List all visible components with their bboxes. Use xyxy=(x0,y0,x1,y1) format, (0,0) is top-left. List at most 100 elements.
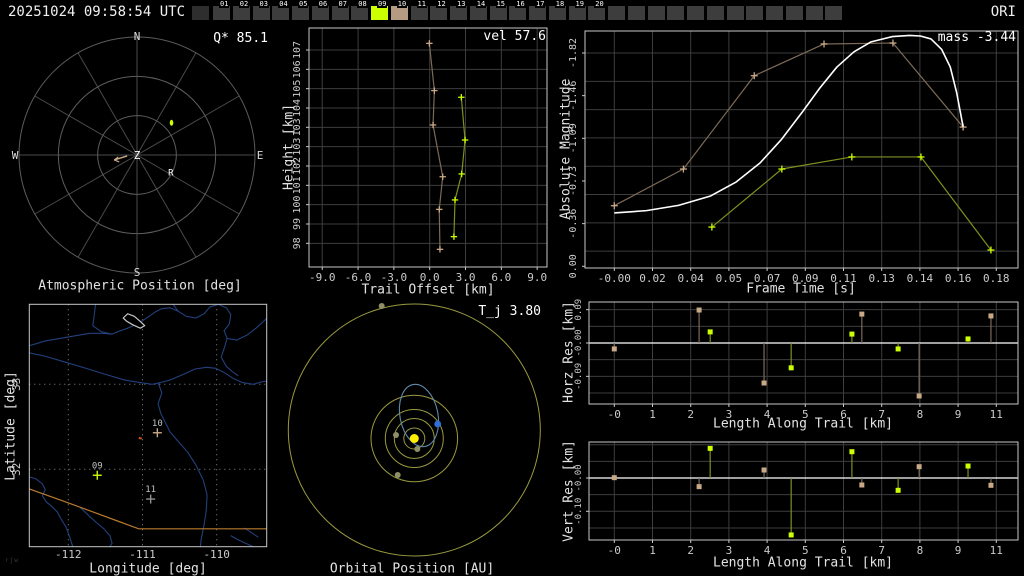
svg-text:R: R xyxy=(168,168,174,178)
frame-thumb-11[interactable] xyxy=(410,6,428,20)
orbital-position-plot xyxy=(287,303,541,557)
frame-thumb-02[interactable] xyxy=(232,6,250,20)
svg-text:11: 11 xyxy=(145,485,156,495)
svg-text:-0: -0 xyxy=(608,408,621,421)
frame-thumb-10[interactable] xyxy=(390,6,408,20)
svg-text:8: 8 xyxy=(917,544,924,557)
magnitude-ylabel: Absolute Magnitude xyxy=(558,78,574,220)
grid xyxy=(309,28,547,267)
q-star-overlay: Q* 85.1 xyxy=(213,31,268,46)
meteor-arrow-tan xyxy=(113,155,128,163)
svg-text:1: 1 xyxy=(649,544,656,557)
frame-thumb-20[interactable] xyxy=(588,6,606,20)
map-grid xyxy=(29,304,267,547)
svg-text:98: 98 xyxy=(292,237,303,249)
frame-thumb[interactable] xyxy=(726,6,744,20)
vert-res-ylabel: Vert Res [km] xyxy=(561,440,577,542)
svg-text:0.18: 0.18 xyxy=(983,272,1010,285)
svg-text:100: 100 xyxy=(292,196,303,214)
frame-number-label: 01 xyxy=(219,0,230,8)
watermark: rjw xyxy=(5,557,19,564)
frame-thumb[interactable] xyxy=(706,6,724,20)
frame-number-label: 09 xyxy=(377,0,388,8)
frame-thumb-01[interactable] xyxy=(213,6,230,20)
mass-overlay: mass -3.44 xyxy=(937,30,1016,45)
svg-text:106: 106 xyxy=(292,60,303,78)
svg-text:-1.82: -1.82 xyxy=(568,38,579,68)
svg-text:09: 09 xyxy=(92,461,103,471)
shower-code-label: ORI xyxy=(990,4,1016,20)
frame-thumb-09[interactable] xyxy=(371,6,388,20)
frame-thumb-12[interactable] xyxy=(430,6,448,20)
frame-thumb[interactable] xyxy=(825,6,843,20)
svg-text:0.05: 0.05 xyxy=(716,272,743,285)
svg-text:99: 99 xyxy=(292,218,303,230)
svg-text:-0: -0 xyxy=(608,544,621,557)
grid xyxy=(589,302,1018,404)
frame-thumb[interactable] xyxy=(627,6,645,20)
series-station-2-yellow xyxy=(707,329,971,371)
frame-thumb-19[interactable] xyxy=(568,6,586,20)
frame-thumb[interactable] xyxy=(192,6,209,20)
frame-thumb-17[interactable] xyxy=(529,6,546,20)
frame-thumb-15[interactable] xyxy=(489,6,507,20)
frame-number-label: 17 xyxy=(535,0,546,8)
tisserand-overlay: T_j 3.80 xyxy=(478,304,541,319)
series-station-1-tan xyxy=(610,39,967,210)
frame-number-label: 12 xyxy=(436,0,447,8)
svg-text:-112: -112 xyxy=(55,548,82,561)
planet-earth xyxy=(434,420,442,428)
frame-thumb-06[interactable] xyxy=(311,6,329,20)
frame-thumb[interactable] xyxy=(687,6,704,20)
station-marker-10: 10 xyxy=(152,419,163,438)
frame-thumb-14[interactable] xyxy=(469,6,487,20)
svg-text:0.00: 0.00 xyxy=(568,254,579,278)
river xyxy=(29,352,267,385)
svg-text:11: 11 xyxy=(990,408,1003,421)
frame-thumb-05[interactable] xyxy=(292,6,309,20)
river xyxy=(29,304,267,347)
svg-text:0.04: 0.04 xyxy=(677,272,704,285)
trail-xlabel: Trail Offset [km] xyxy=(361,282,495,298)
axes-box xyxy=(308,27,548,268)
frame-thumb[interactable] xyxy=(647,6,665,20)
svg-text:-110: -110 xyxy=(203,548,230,561)
frame-thumb-13[interactable] xyxy=(450,6,467,20)
svg-text:107: 107 xyxy=(292,41,303,59)
svg-text:Z: Z xyxy=(134,149,141,162)
sun xyxy=(409,434,419,443)
frame-thumb[interactable] xyxy=(746,6,764,20)
ground-track xyxy=(138,436,143,440)
axes-box xyxy=(584,30,1019,269)
trail-ylabel: Height [km] xyxy=(281,103,297,191)
frame-thumb-08[interactable] xyxy=(351,6,369,20)
series-model-fit-white xyxy=(614,34,964,214)
frame-thumb[interactable] xyxy=(608,6,625,20)
svg-text:2: 2 xyxy=(687,408,694,421)
svg-text:9: 9 xyxy=(955,408,962,421)
frame-thumb[interactable] xyxy=(766,6,783,20)
frame-thumb[interactable] xyxy=(805,6,823,20)
planet-venus xyxy=(393,432,399,438)
header-bar: 20251024 09:58:54 UTC 01 02 03 04 05 06 07 08 09… xyxy=(0,0,1024,24)
frame-thumb-03[interactable] xyxy=(252,6,270,20)
svg-text:9: 9 xyxy=(955,544,962,557)
frame-thumb-04[interactable] xyxy=(272,6,290,20)
ticks: -9.0 -6.0 -3.0 0.0 3.0 6.0 9.01071061051041031… xyxy=(292,41,547,284)
frame-thumb-16[interactable] xyxy=(509,6,527,20)
svg-text:W: W xyxy=(12,149,19,162)
atmospheric-position-plot: N S W E Z R xyxy=(12,30,264,279)
planet-mars xyxy=(394,472,401,478)
frame-thumb-07[interactable] xyxy=(331,6,349,20)
river xyxy=(220,338,239,377)
river xyxy=(157,382,208,547)
station-marker-09: 09 xyxy=(92,461,103,480)
axes-box xyxy=(588,301,1019,405)
frame-thumb-18[interactable] xyxy=(548,6,566,20)
frame-thumb[interactable] xyxy=(667,6,685,20)
svg-text:N: N xyxy=(134,30,141,43)
series-station-1-tan xyxy=(611,307,994,399)
svg-text:0.13: 0.13 xyxy=(868,272,895,285)
frame-thumb[interactable] xyxy=(785,6,803,20)
horz-res-xlabel: Length Along Trail [km] xyxy=(712,416,894,432)
